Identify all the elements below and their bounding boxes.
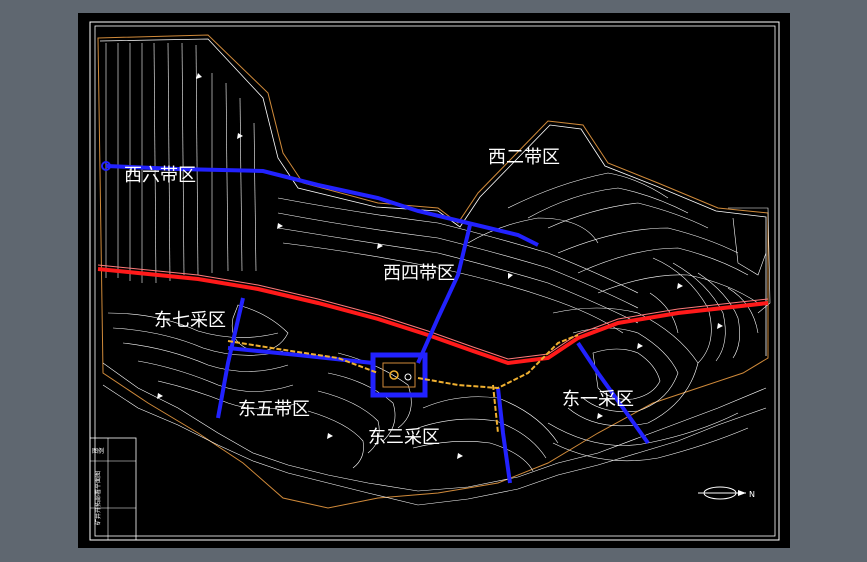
west-grid-lines	[105, 42, 257, 284]
zone-label-west-four: 西四带区	[383, 263, 455, 284]
north-arrow-label: N	[749, 490, 755, 499]
zone-label-east-one: 东一采区	[562, 389, 634, 410]
zone-label-east-seven: 东七采区	[154, 310, 226, 331]
drawing-canvas: 图例 矿井开拓部署平面图 西六带区 西二带区 西四带区 东七采区 东五带区 东三…	[78, 13, 790, 548]
zone-labels: 西六带区 西二带区 西四带区 东七采区 东五带区 东三采区 东一采区	[124, 147, 634, 448]
zone-label-west-two: 西二带区	[488, 147, 560, 168]
north-arrow: N	[698, 486, 755, 500]
zone-label-east-three: 东三采区	[368, 427, 440, 448]
zone-label-east-five: 东五带区	[238, 399, 310, 420]
title-block-header: 图例	[92, 447, 104, 455]
mine-layout-drawing: 图例 矿井开拓部署平面图 西六带区 西二带区 西四带区 东七采区 东五带区 东三…	[89, 21, 780, 541]
zone-label-west-six: 西六带区	[124, 165, 196, 186]
title-block: 图例 矿井开拓部署平面图	[89, 437, 137, 541]
title-block-caption: 矿井开拓部署平面图	[94, 471, 102, 525]
terrain-outline	[99, 38, 767, 356]
